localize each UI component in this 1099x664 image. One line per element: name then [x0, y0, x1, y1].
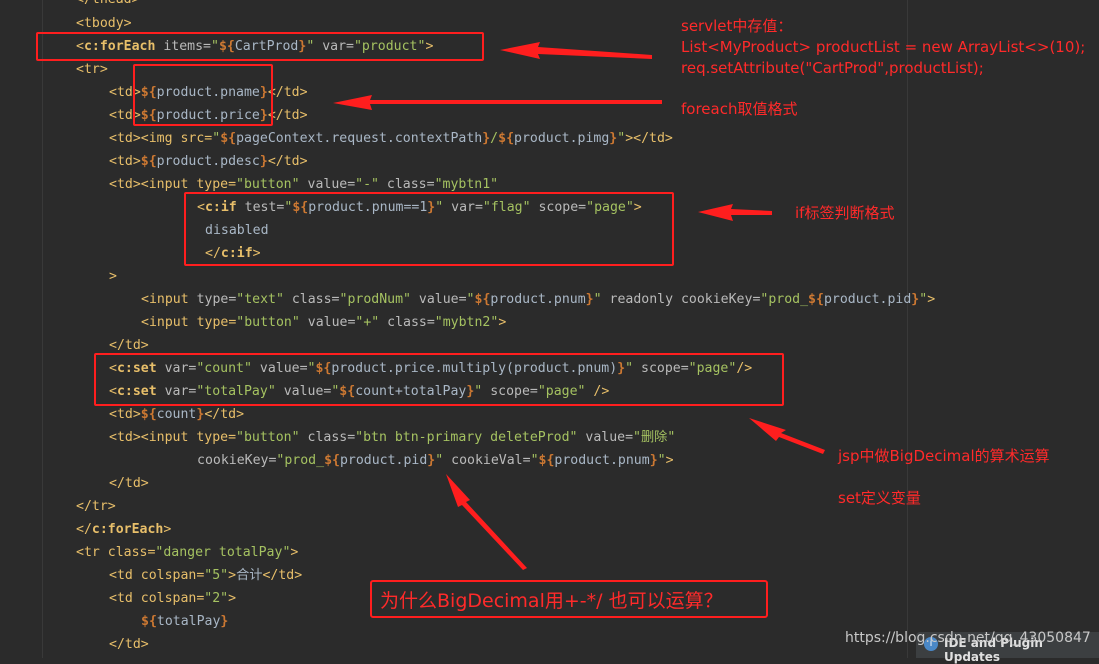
annotation-arrows — [333, 42, 825, 570]
arrow-bigdecimal — [749, 418, 825, 454]
arrow-if — [698, 204, 772, 221]
if-note: if标签判断格式 — [795, 204, 895, 222]
arrow-foreach — [500, 42, 652, 59]
foreach-note: foreach取值格式 — [681, 100, 798, 118]
watermark: https://blog.csdn.net/qq_43050847 — [845, 630, 1091, 646]
arrow-foreach-format — [333, 95, 662, 110]
question-text: 为什么BigDecimal用+-*/ 也可以运算？ — [380, 590, 723, 612]
servlet-note: servlet中存值： List<MyProduct> productList … — [681, 17, 1086, 77]
set-note: set定义变量 — [838, 489, 921, 507]
arrow-question — [446, 474, 527, 570]
bigdecimal-note: jsp中做BigDecimal的算术运算 — [838, 447, 1050, 465]
